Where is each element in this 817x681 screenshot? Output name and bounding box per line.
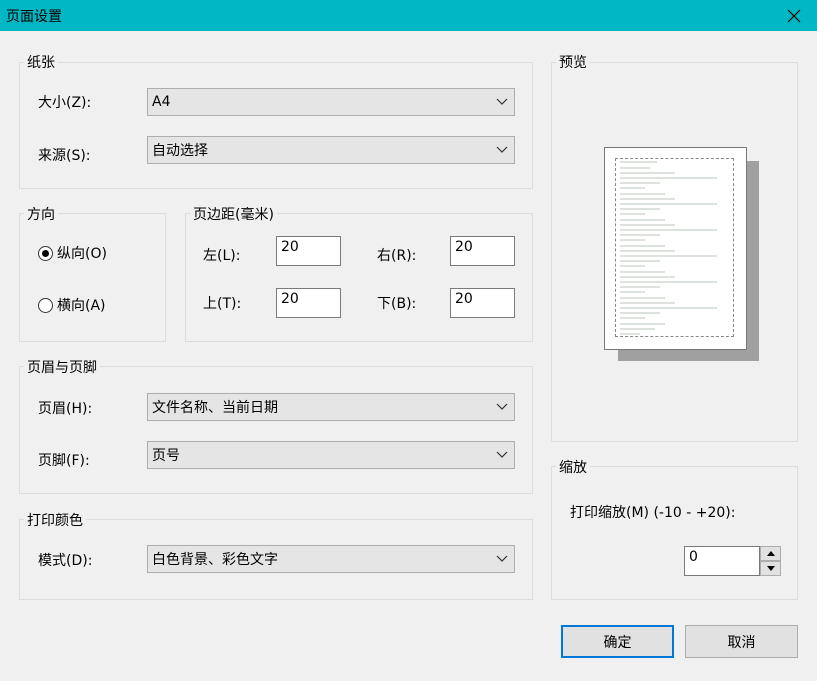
paper-size-select[interactable]: A4 xyxy=(147,88,515,116)
spin-up-icon xyxy=(766,551,775,556)
footer-select[interactable]: 页号 xyxy=(147,441,515,469)
color-mode-select[interactable]: 白色背景、彩色文字 xyxy=(147,545,515,573)
scale-up-button[interactable] xyxy=(760,546,781,561)
chevron-down-icon xyxy=(496,555,508,562)
ok-button[interactable]: 确定 xyxy=(561,625,674,658)
margin-bottom-input[interactable]: 20 xyxy=(450,288,515,318)
preview-text-lines xyxy=(620,161,717,335)
scale-spinner xyxy=(760,546,781,576)
footer-value: 页号 xyxy=(152,448,180,464)
portrait-label: 纵向(O) xyxy=(57,246,107,262)
margin-left-label: 左(L): xyxy=(203,248,241,264)
print-color-group-label: 打印颜色 xyxy=(24,510,86,530)
landscape-radio[interactable]: 横向(A) xyxy=(38,295,106,315)
paper-source-select[interactable]: 自动选择 xyxy=(147,136,515,164)
paper-group xyxy=(19,62,533,189)
margin-bottom-label: 下(B): xyxy=(377,296,417,312)
scale-label: 打印缩放(M) (-10 - +20): xyxy=(570,505,736,521)
orientation-group-label: 方向 xyxy=(24,204,58,224)
margins-group xyxy=(185,213,533,342)
color-mode-value: 白色背景、彩色文字 xyxy=(152,552,278,568)
header-footer-group xyxy=(19,366,533,494)
portrait-radio[interactable]: 纵向(O) xyxy=(38,243,107,263)
header-label: 页眉(H): xyxy=(38,401,93,417)
scale-down-button[interactable] xyxy=(760,561,781,576)
window-title: 页面设置 xyxy=(6,9,62,25)
close-icon xyxy=(787,9,801,22)
margin-right-label: 右(R): xyxy=(377,248,417,264)
chevron-down-icon xyxy=(496,146,508,153)
close-button[interactable] xyxy=(771,0,817,31)
margin-left-input[interactable]: 20 xyxy=(276,236,341,266)
chevron-down-icon xyxy=(496,98,508,105)
paper-source-value: 自动选择 xyxy=(152,143,208,159)
orientation-group xyxy=(19,213,166,342)
color-mode-label: 模式(D): xyxy=(38,553,93,569)
chevron-down-icon xyxy=(496,403,508,410)
chevron-down-icon xyxy=(496,451,508,458)
margins-group-label: 页边距(毫米) xyxy=(190,204,277,224)
cancel-button[interactable]: 取消 xyxy=(685,625,798,658)
header-select[interactable]: 文件名称、当前日期 xyxy=(147,393,515,421)
radio-unchecked-icon xyxy=(38,297,53,313)
title-bar: 页面设置 xyxy=(0,0,817,31)
landscape-label: 横向(A) xyxy=(57,298,106,314)
margin-right-input[interactable]: 20 xyxy=(450,236,515,266)
paper-group-label: 纸张 xyxy=(24,52,58,72)
preview-group-label: 预览 xyxy=(556,52,590,72)
header-value: 文件名称、当前日期 xyxy=(152,400,278,416)
paper-size-label: 大小(Z): xyxy=(38,95,92,111)
paper-size-value: A4 xyxy=(152,94,171,110)
scale-group-label: 缩放 xyxy=(556,457,590,477)
spin-down-icon xyxy=(766,566,775,571)
margin-top-label: 上(T): xyxy=(203,296,242,312)
footer-label: 页脚(F): xyxy=(38,453,90,469)
margin-top-input[interactable]: 20 xyxy=(276,288,341,318)
radio-checked-icon xyxy=(38,245,53,261)
preview-page xyxy=(604,147,747,350)
header-footer-group-label: 页眉与页脚 xyxy=(24,357,100,377)
paper-source-label: 来源(S): xyxy=(38,148,91,164)
scale-input[interactable]: 0 xyxy=(684,546,760,576)
scale-group xyxy=(551,466,798,600)
